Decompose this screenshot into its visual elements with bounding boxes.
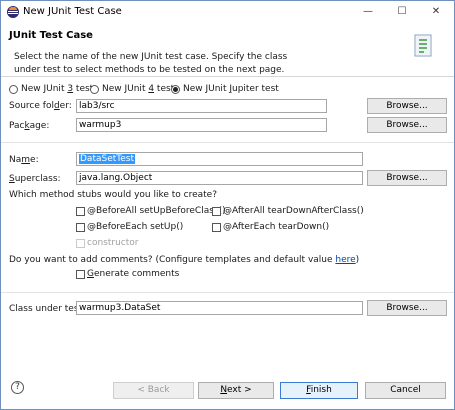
constructor-checkbox [76,239,85,248]
class-under-test-label: Class under test: [9,304,86,314]
before-all-label: @BeforeAll setUpBeforeClass() [87,206,226,216]
back-button: < Back [113,382,194,399]
separator [1,292,454,293]
comments-question-suffix: ) [355,255,360,265]
class-under-test-field[interactable]: warmup3.DataSet [76,301,363,315]
generate-comments-label: Generate comments [87,269,180,279]
junit4-label: New JUnit 4 test [102,84,175,94]
new-junit-test-case-dialog: New JUnit Test Case — ☐ ✕ JUnit Test Cas… [0,0,455,410]
banner-message: Select the name of the new JUnit test ca… [14,52,288,75]
junit-jupiter-radio[interactable] [171,85,180,94]
name-field[interactable]: DataSetTest [76,152,363,166]
class-under-test-browse-button[interactable]: Browse... [367,300,447,316]
junit3-label: New JUnit 3 test [21,84,94,94]
next-button[interactable]: Next > [198,382,274,399]
junit4-radio[interactable] [90,85,99,94]
minimize-button[interactable]: — [351,3,385,20]
superclass-field[interactable]: java.lang.Object [76,171,363,185]
before-all-checkbox[interactable] [76,207,85,216]
eclipse-icon [7,6,19,18]
window-title: New JUnit Test Case [23,6,122,17]
configure-templates-link[interactable]: here [335,255,355,265]
wizard-banner: JUnit Test Case Select the name of the n… [1,23,454,77]
constructor-label: constructor [87,238,139,248]
title-bar: New JUnit Test Case — ☐ ✕ [1,1,454,23]
superclass-browse-button[interactable]: Browse... [367,170,447,186]
before-each-label: @BeforeEach setUp() [87,222,184,232]
junit-wizard-icon [414,34,432,57]
after-each-checkbox[interactable] [212,223,221,232]
package-label: Package: [9,121,50,131]
source-folder-browse-button[interactable]: Browse... [367,98,447,114]
source-folder-label: Source folder: [9,101,72,111]
after-all-checkbox[interactable] [212,207,221,216]
superclass-label: Superclass: [9,174,61,184]
package-browse-button[interactable]: Browse... [367,117,447,133]
comments-question: Do you want to add comments? (Configure … [9,255,359,265]
comments-question-prefix: Do you want to add comments? (Configure … [9,255,336,265]
source-folder-field[interactable]: lab3/src [76,99,327,113]
method-stubs-question: Which method stubs would you like to cre… [9,190,217,200]
after-each-label: @AfterEach tearDown() [223,222,330,232]
separator [1,142,454,143]
maximize-button[interactable]: ☐ [385,3,419,20]
after-all-label: @AfterAll tearDownAfterClass() [223,206,364,216]
junit-jupiter-label: New JUnit Jupiter test [183,84,279,94]
help-icon[interactable]: ? [11,381,24,394]
close-button[interactable]: ✕ [419,3,453,20]
cancel-button[interactable]: Cancel [365,382,446,399]
before-each-checkbox[interactable] [76,223,85,232]
name-value: DataSetTest [79,154,135,164]
generate-comments-checkbox[interactable] [76,270,85,279]
package-field[interactable]: warmup3 [76,118,327,132]
finish-button[interactable]: Finish [280,382,358,399]
name-label: Name: [9,155,39,165]
junit3-radio[interactable] [9,85,18,94]
banner-title: JUnit Test Case [9,30,93,41]
